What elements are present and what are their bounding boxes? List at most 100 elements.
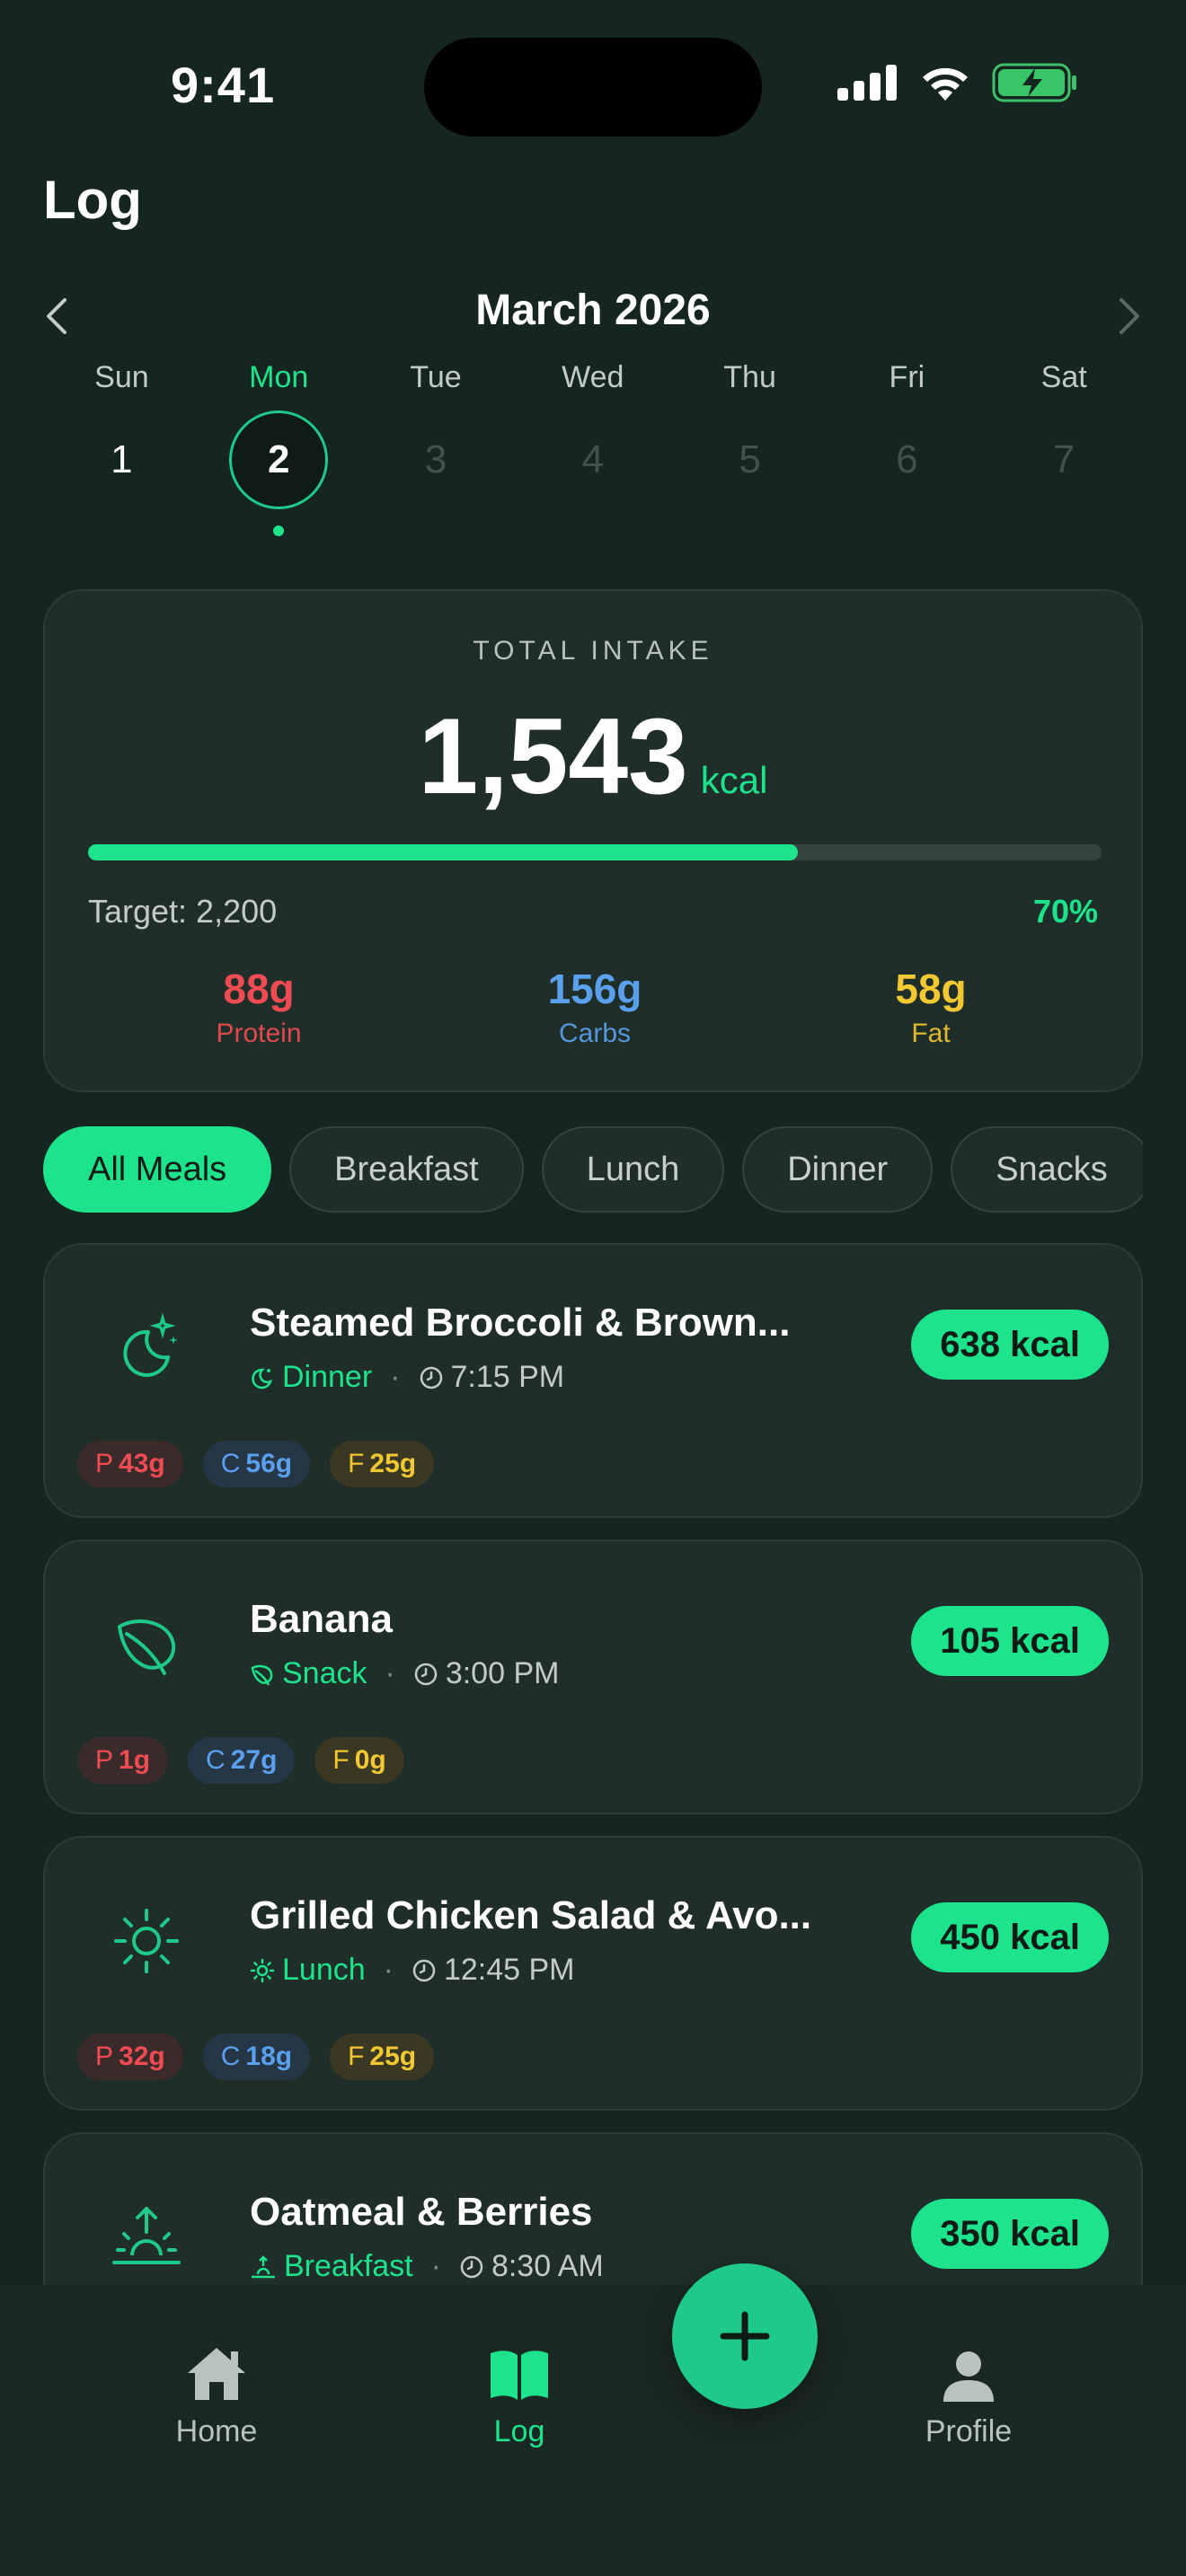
add-meal-button[interactable] [672,2263,818,2409]
fat-tag: F 0g [314,1737,404,1784]
day-thu[interactable]: Thu 5 [671,355,828,543]
tag-value: 32g [119,2042,165,2071]
sunrise-icon [106,2197,187,2278]
meal-macro-tags: P 1g C 27g F 0g [77,1737,404,1784]
day-number: 1 [111,437,133,481]
tag-letter: C [220,2042,241,2071]
protein-tag: P 32g [77,2033,183,2080]
signal-icon [837,65,897,101]
tab-label: Profile [925,2414,1013,2448]
wifi-icon [923,67,968,101]
meal-name: Oatmeal & Berries [250,2190,593,2234]
day-sat[interactable]: Sat 7 [986,355,1143,543]
battery-charging-icon [992,63,1076,102]
tab-profile[interactable]: Profile [879,2339,1058,2449]
status-icons [837,63,1078,102]
tag-value: 18g [245,2042,293,2071]
day-sun[interactable]: Sun 1 [43,355,200,543]
home-icon [188,2348,245,2400]
macro-protein: 88g Protein [160,965,358,1049]
tag-letter: C [206,1745,226,1775]
tab-label: Log [493,2414,545,2448]
protein-tag: P 43g [77,1441,183,1487]
total-intake-card: TOTAL INTAKE 1,543 kcal Target: 2,200 70%… [43,589,1143,1092]
tag-letter: C [220,1449,241,1478]
meal-card[interactable]: Steamed Broccoli & Brown... Dinner · 7:1… [43,1243,1143,1518]
month-selector: March 2026 [0,278,1186,350]
day-mon[interactable]: Mon 2 [200,355,358,543]
tag-letter: F [348,1449,365,1478]
day-number: 2 [229,410,329,509]
protein-tag: P 1g [77,1737,169,1784]
meal-meta: Lunch · 12:45 PM [250,1953,575,1988]
meal-filter-chips: All Meals Breakfast Lunch Dinner Snacks [43,1126,1143,1213]
day-name: Fri [889,360,925,394]
tag-letter: P [95,2042,114,2071]
day-wed[interactable]: Wed 4 [514,355,671,543]
fat-tag: F 25g [330,2033,435,2080]
tag-value: 0g [354,1745,386,1775]
moon-icon [106,1308,187,1389]
filter-all-meals[interactable]: All Meals [43,1126,272,1213]
fat-tag: F 25g [330,1441,435,1487]
separator-dot: · [430,2249,441,2283]
tab-log[interactable]: Log [429,2339,609,2449]
filter-lunch[interactable]: Lunch [541,1126,725,1213]
macro-label: Protein [216,1019,302,1048]
meal-card[interactable]: Grilled Chicken Salad & Avo... Lunch · 1… [43,1836,1143,2111]
page-title: Log [43,170,142,230]
tag-value: 56g [245,1449,293,1478]
tab-bar: Home Log Profile [0,2285,1186,2576]
filter-dinner[interactable]: Dinner [742,1126,934,1213]
meal-type: Lunch [282,1953,366,1987]
day-number: 6 [896,437,918,481]
meal-card[interactable]: Banana Snack · 3:00 PM 105 kcal P 1g C 27g… [43,1539,1143,1814]
day-name: Thu [723,360,776,394]
macro-value: 156g [547,966,642,1012]
meal-type: Dinner [282,1360,373,1394]
meal-time: 3:00 PM [445,1656,560,1690]
day-name: Tue [410,360,462,394]
tag-letter: P [95,1745,114,1775]
filter-breakfast[interactable]: Breakfast [289,1126,524,1213]
meal-kcal-badge: 105 kcal [911,1606,1109,1676]
macro-carbs: 156g Carbs [496,965,694,1049]
meal-kcal-badge: 638 kcal [911,1310,1109,1380]
tag-letter: F [332,1745,350,1775]
status-bar: 9:41 [0,0,1186,171]
person-icon [943,2351,994,2402]
day-name: Mon [249,360,309,394]
separator-dot: · [383,1953,394,1987]
carbs-tag: C 56g [202,1441,311,1487]
sun-icon [106,1901,187,1981]
total-calories-unit: kcal [700,759,768,801]
meal-time: 7:15 PM [450,1360,565,1394]
next-month-button[interactable] [1111,289,1150,343]
macro-value: 88g [223,966,295,1012]
tag-letter: F [348,2042,365,2071]
meal-meta: Snack · 3:00 PM [250,1656,559,1691]
tab-home[interactable]: Home [127,2339,306,2449]
leaf-icon [106,1604,187,1685]
macro-summary: 88g Protein 156g Carbs 58g Fat [88,965,1102,1049]
total-intake-label: TOTAL INTAKE [473,636,713,666]
leaf-icon [251,1664,273,1686]
separator-dot: · [390,1360,401,1394]
calorie-progress-fill [88,844,798,860]
meal-type: Snack [282,1656,367,1690]
tag-value: 1g [119,1745,151,1775]
day-name: Sun [94,360,149,394]
meal-time: 12:45 PM [443,1953,575,1987]
book-open-icon [491,2351,548,2400]
plus-icon [720,2311,770,2361]
day-number: 3 [424,437,447,481]
sun-icon [250,1958,275,1982]
day-tue[interactable]: Tue 3 [358,355,515,543]
tag-value: 43g [119,1449,165,1478]
filter-snacks[interactable]: Snacks [951,1126,1143,1213]
clock-icon [414,1663,438,1685]
day-name: Wed [562,360,624,394]
meal-name: Steamed Broccoli & Brown... [250,1301,791,1345]
day-fri[interactable]: Fri 6 [828,355,986,543]
macro-value: 58g [895,966,967,1012]
